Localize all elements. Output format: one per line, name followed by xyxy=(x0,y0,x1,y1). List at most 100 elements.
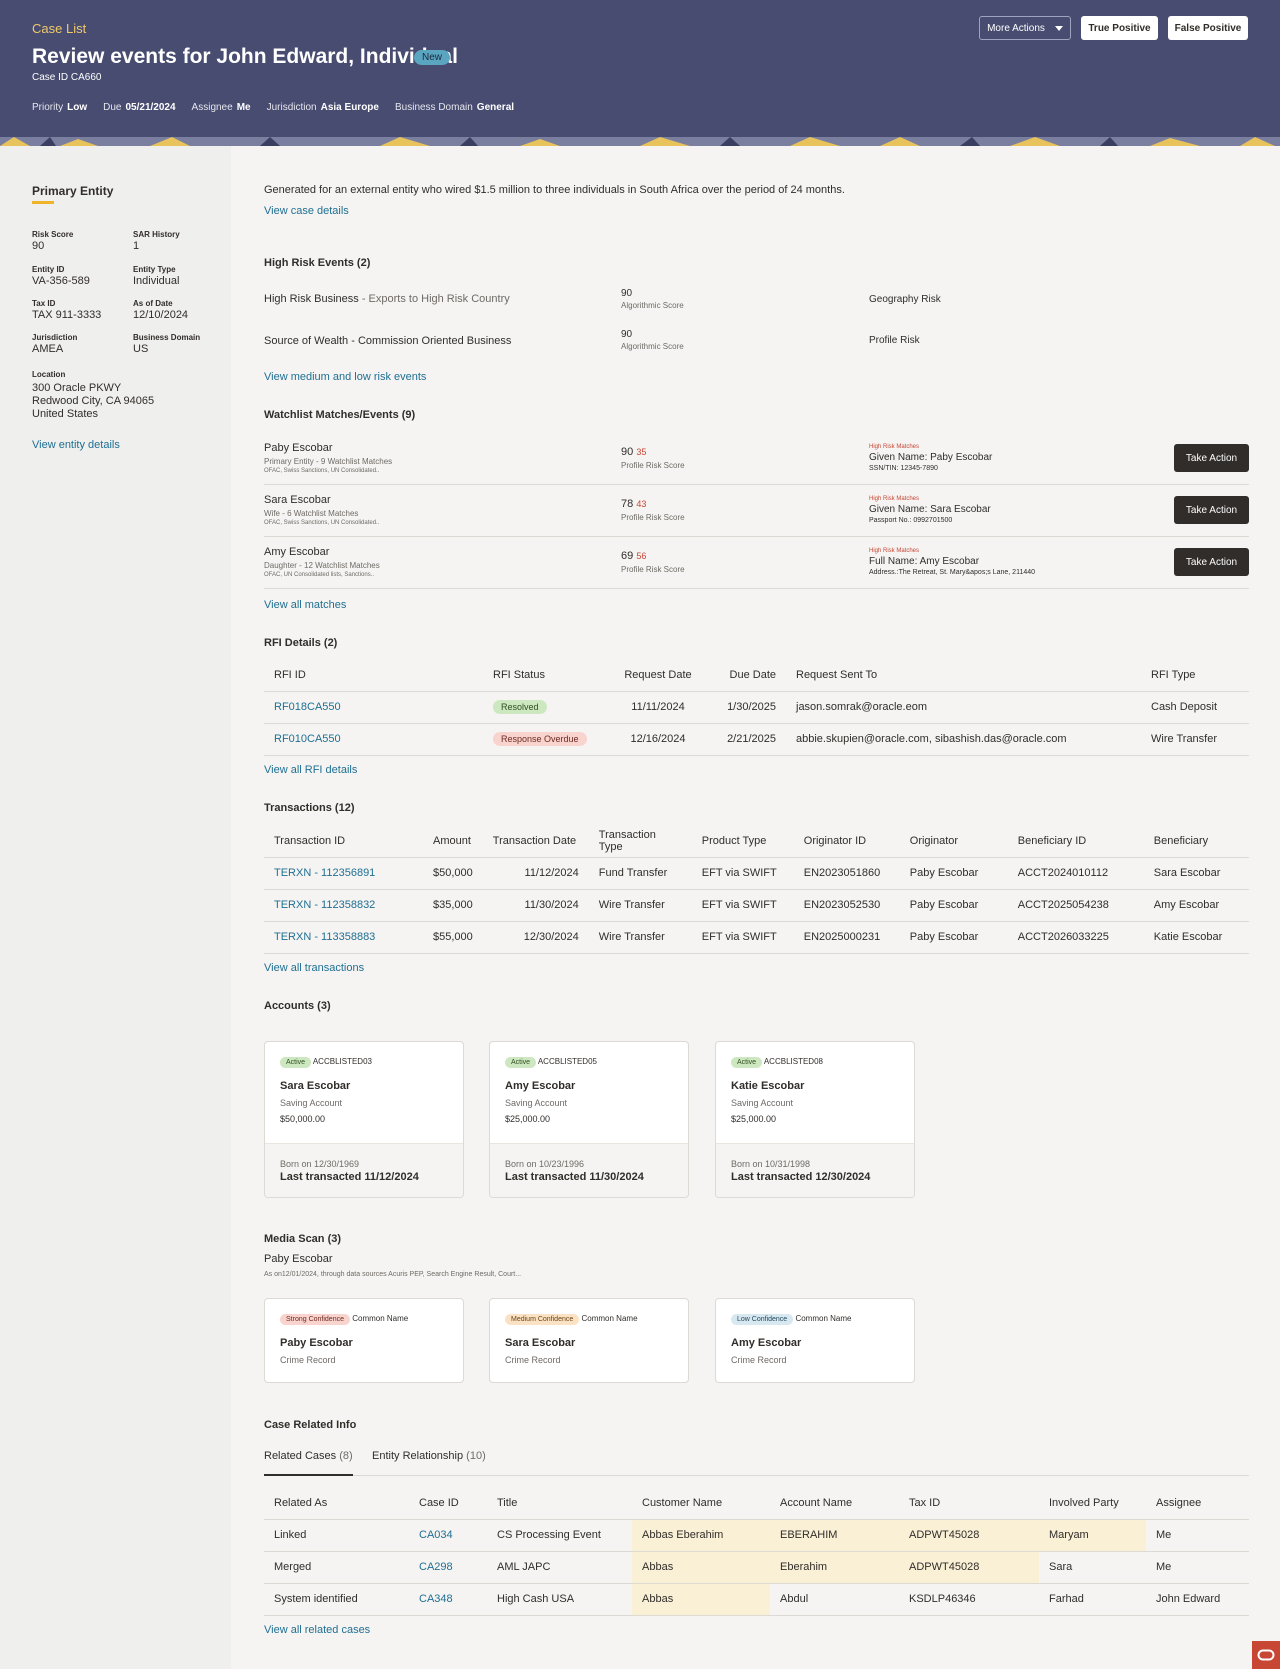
column-header[interactable]: Due Date xyxy=(704,659,786,692)
accounts-title: Accounts (3) xyxy=(264,1000,331,1012)
account-card-header: Active ACCBLISTED08 xyxy=(731,1057,823,1068)
account-card-footer: Born on 12/30/1969 Last transacted 11/12… xyxy=(265,1143,463,1197)
column-header[interactable]: Case ID xyxy=(409,1487,487,1520)
column-header[interactable]: Transaction Type xyxy=(588,825,692,858)
related-cases-table: Related As Case ID Title Customer Name A… xyxy=(264,1487,1249,1616)
media-card-header: Low Confidence Common Name xyxy=(731,1314,851,1325)
column-header[interactable]: Account Name xyxy=(770,1487,899,1520)
field-value: TAX 911-3333 xyxy=(32,309,102,321)
view-all-matches-link[interactable]: View all matches xyxy=(264,599,346,611)
field-value: Individual xyxy=(133,275,180,287)
table-row: TERXN - 113358883 $55,000 12/30/2024 Wir… xyxy=(264,921,1249,954)
column-header[interactable]: Beneficiary ID xyxy=(1007,825,1144,858)
born-on: Born on 12/30/1969 xyxy=(280,1159,360,1169)
column-header[interactable]: Related As xyxy=(264,1487,409,1520)
transaction-id-link[interactable]: TERXN - 112356891 xyxy=(264,857,423,890)
view-all-related-cases-link[interactable]: View all related cases xyxy=(264,1624,370,1636)
originator-id: EN2023051860 xyxy=(793,857,900,890)
amount: $35,000 xyxy=(423,889,483,922)
column-header[interactable]: Involved Party xyxy=(1039,1487,1146,1520)
column-header[interactable]: Amount xyxy=(423,825,483,858)
column-header[interactable]: Request Sent To xyxy=(786,659,1141,692)
account-card[interactable]: Active ACCBLISTED03 Sara Escobar Saving … xyxy=(264,1041,464,1198)
column-header[interactable]: Transaction Date xyxy=(482,825,589,858)
field-risk-score: Risk Score 90 xyxy=(32,230,73,252)
beneficiary: Amy Escobar xyxy=(1143,889,1249,922)
take-action-button[interactable]: Take Action xyxy=(1174,496,1249,524)
assignee: Me xyxy=(1146,1551,1249,1584)
view-entity-details-link[interactable]: View entity details xyxy=(32,439,120,451)
media-card[interactable]: Medium Confidence Common Name Sara Escob… xyxy=(489,1298,689,1383)
rfi-id-link[interactable]: RF010CA550 xyxy=(264,723,483,756)
match-name: Given Name: Sara Escobar xyxy=(869,504,991,515)
more-actions-button[interactable]: More Actions xyxy=(979,16,1071,40)
watchlist-score-label: Profile Risk Score xyxy=(621,513,685,522)
case-id-link[interactable]: CA034 xyxy=(409,1519,487,1552)
column-header[interactable]: RFI Status xyxy=(483,659,612,692)
field-tax-id: Tax ID TAX 911-3333 xyxy=(32,299,101,321)
account-card[interactable]: Active ACCBLISTED08 Katie Escobar Saving… xyxy=(715,1041,915,1198)
view-all-rfi-link[interactable]: View all RFI details xyxy=(264,764,357,776)
status-badge: New xyxy=(414,50,451,65)
beneficiary-id: ACCT2025054238 xyxy=(1007,889,1144,922)
watchlist-score: 69 56 xyxy=(621,550,646,562)
column-header[interactable]: Tax ID xyxy=(899,1487,1039,1520)
originator: Paby Escobar xyxy=(899,921,1008,954)
view-all-transactions-link[interactable]: View all transactions xyxy=(264,962,364,974)
amount: $50,000 xyxy=(423,857,483,890)
account-card-header: Active ACCBLISTED03 xyxy=(280,1057,372,1068)
column-header[interactable]: Originator ID xyxy=(793,825,900,858)
column-header[interactable]: Assignee xyxy=(1146,1487,1249,1520)
column-header[interactable]: Product Type xyxy=(691,825,794,858)
match-label: High Risk Matches xyxy=(869,444,920,450)
view-case-details-link[interactable]: View case details xyxy=(264,205,349,217)
field-label: Entity Type xyxy=(133,265,176,274)
match-label: High Risk Matches xyxy=(869,548,920,554)
media-card[interactable]: Low Confidence Common Name Amy Escobar C… xyxy=(715,1298,915,1383)
column-header[interactable]: RFI ID xyxy=(264,659,483,692)
take-action-button[interactable]: Take Action xyxy=(1174,548,1249,576)
location-line-1: 300 Oracle PKWY xyxy=(32,382,122,394)
column-header[interactable]: Beneficiary xyxy=(1143,825,1249,858)
row-divider xyxy=(264,484,1249,485)
take-action-button[interactable]: Take Action xyxy=(1174,444,1249,472)
oracle-logo-icon[interactable] xyxy=(1252,1641,1280,1669)
column-header[interactable]: Customer Name xyxy=(632,1487,770,1520)
view-medium-low-risk-link[interactable]: View medium and low risk events xyxy=(264,371,426,383)
watchlist-sub: Daughter - 12 Watchlist Matches xyxy=(264,561,380,570)
true-positive-button[interactable]: True Positive xyxy=(1081,16,1158,40)
tab-entity-relationship[interactable]: Entity Relationship (10) xyxy=(372,1450,486,1462)
location-line-2: Redwood City, CA 94065 xyxy=(32,395,155,407)
transaction-date: 12/30/2024 xyxy=(482,921,589,954)
case-id-link[interactable]: CA298 xyxy=(409,1551,487,1584)
account-card[interactable]: Active ACCBLISTED05 Amy Escobar Saving A… xyxy=(489,1041,689,1198)
transaction-id-link[interactable]: TERXN - 113358883 xyxy=(264,921,423,954)
rfi-id-link[interactable]: RF018CA550 xyxy=(264,691,483,724)
event-detail: - Exports to High Risk Country xyxy=(358,293,510,305)
column-header[interactable]: Request Date xyxy=(612,659,704,692)
column-header[interactable]: RFI Type xyxy=(1141,659,1249,692)
watchlist-score: 90 35 xyxy=(621,446,646,458)
case-id-link[interactable]: CA348 xyxy=(409,1583,487,1616)
column-header[interactable]: Transaction ID xyxy=(264,825,423,858)
customer-name: Abbas xyxy=(632,1583,770,1616)
rfi-title: RFI Details (2) xyxy=(264,637,338,649)
breadcrumb-case-list[interactable]: Case List xyxy=(32,21,86,36)
column-header[interactable]: Originator xyxy=(899,825,1008,858)
column-header[interactable]: Title xyxy=(487,1487,632,1520)
media-card-header: Medium Confidence Common Name xyxy=(505,1314,638,1325)
decorative-banner-pattern xyxy=(0,137,1280,146)
field-location: Location 300 Oracle PKWY Redwood City, C… xyxy=(32,368,154,421)
meta-domain-value: General xyxy=(476,102,515,113)
active-tab-indicator xyxy=(264,1474,353,1476)
watchlist-score: 78 43 xyxy=(621,498,646,510)
media-card[interactable]: Strong Confidence Common Name Paby Escob… xyxy=(264,1298,464,1383)
media-record: Crime Record xyxy=(731,1355,787,1365)
transaction-id-link[interactable]: TERXN - 112358832 xyxy=(264,889,423,922)
score-value: 69 xyxy=(621,550,634,562)
tab-count: (8) xyxy=(339,1450,353,1462)
media-name: Amy Escobar xyxy=(731,1337,802,1349)
tab-related-cases[interactable]: Related Cases (8) xyxy=(264,1450,353,1462)
table-row: RF018CA550 Resolved 11/11/2024 1/30/2025… xyxy=(264,691,1249,724)
false-positive-button[interactable]: False Positive xyxy=(1168,16,1248,40)
